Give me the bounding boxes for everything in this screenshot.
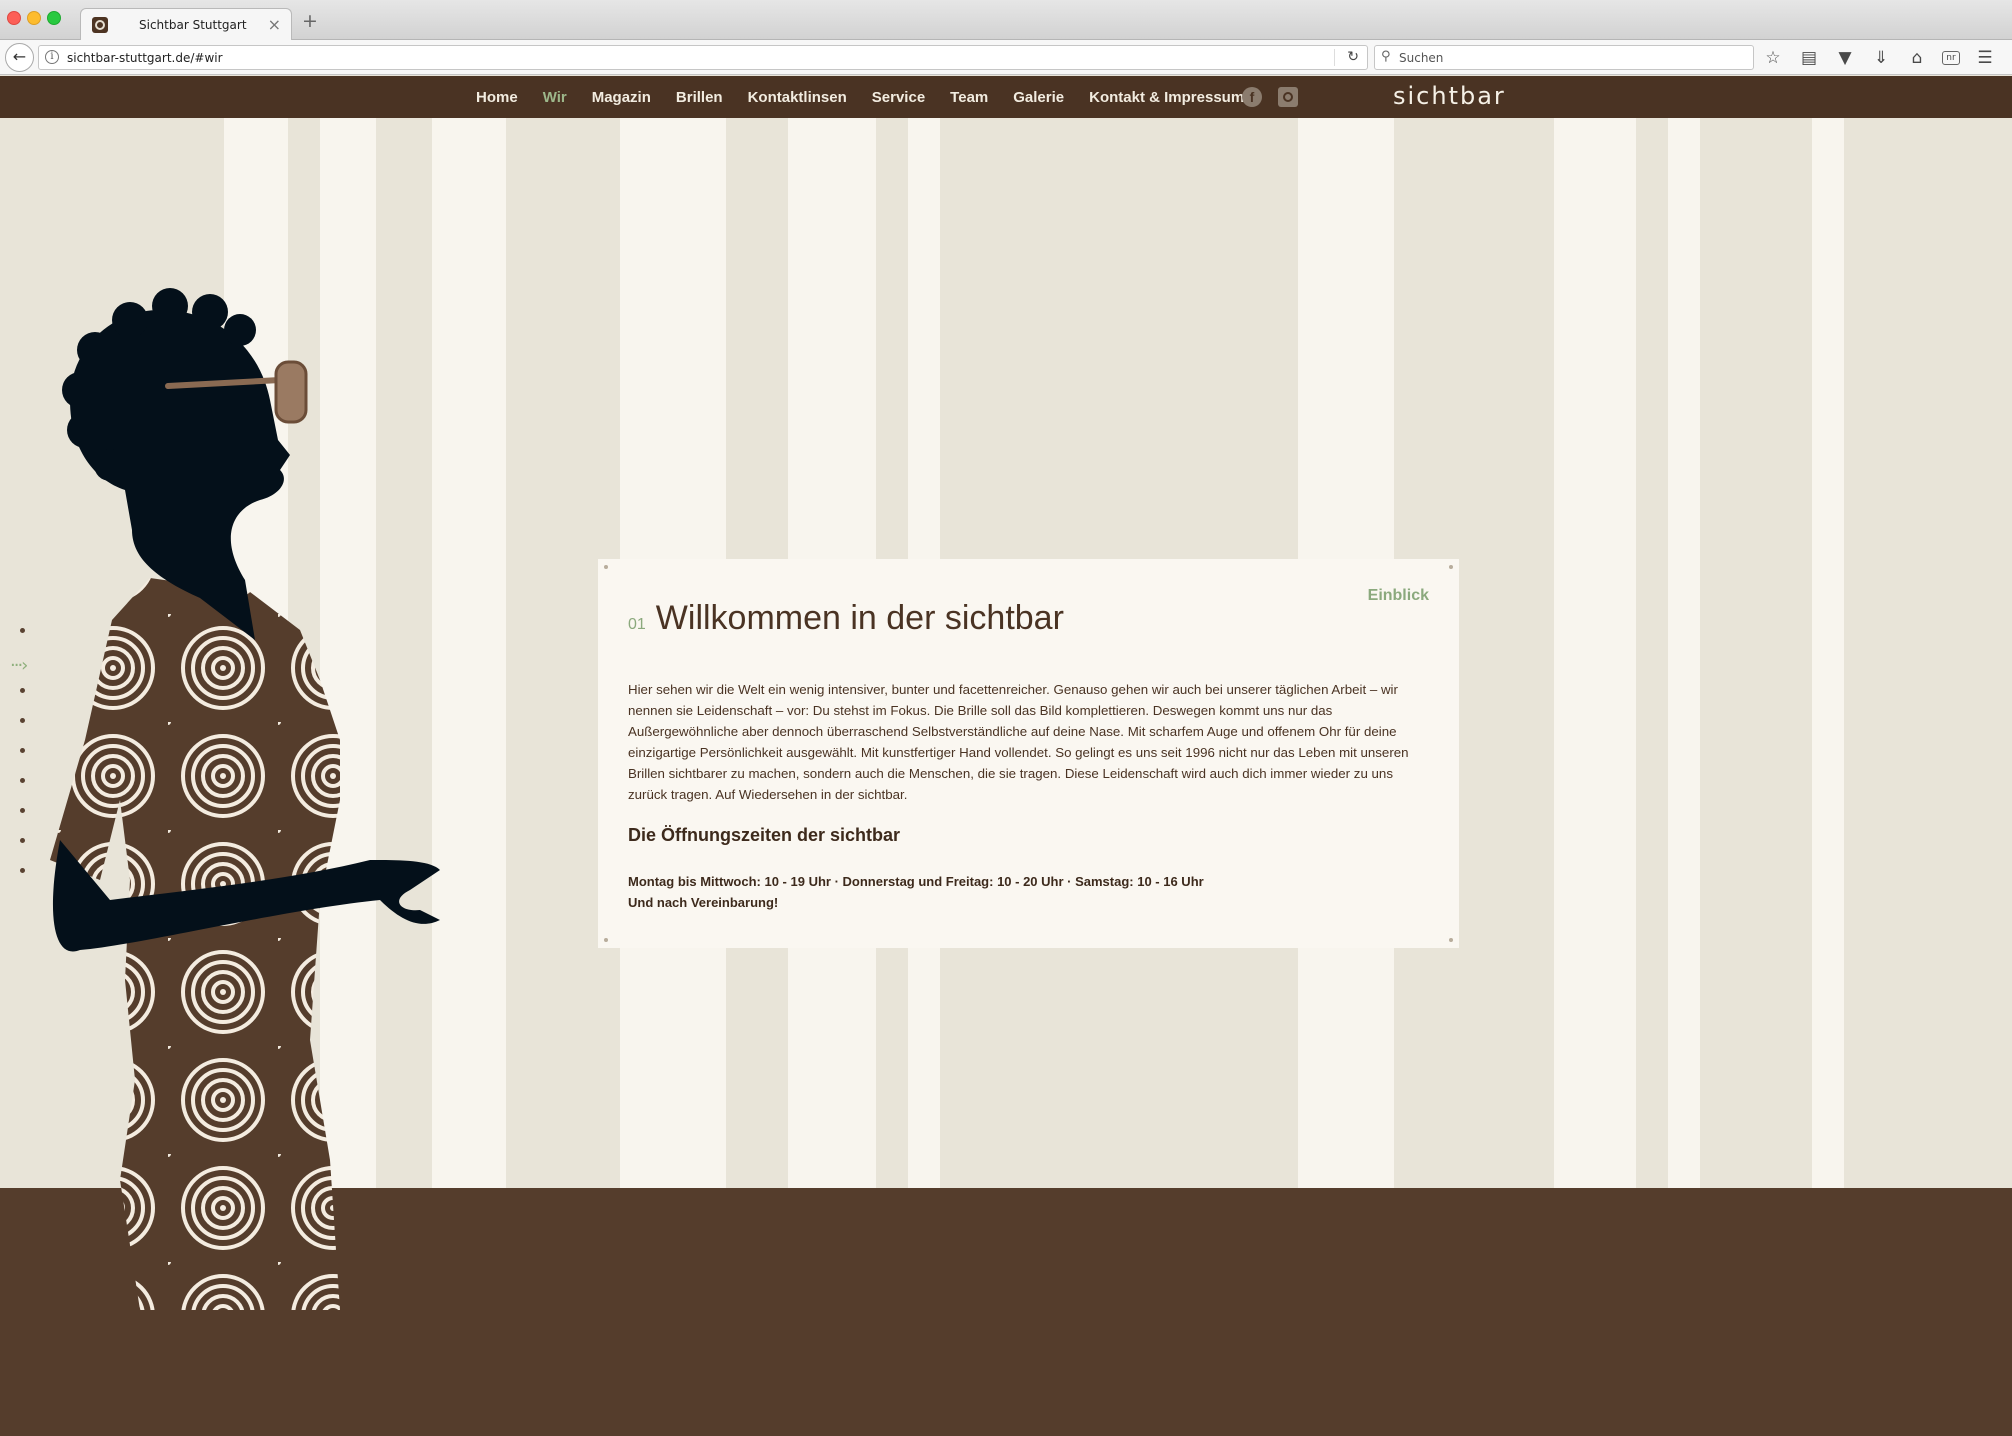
pager-dot[interactable] — [20, 688, 25, 693]
pager-dot[interactable] — [20, 778, 25, 783]
nav-menu: Home Wir Magazin Brillen Kontaktlinsen S… — [476, 76, 1269, 118]
opening-hours: Montag bis Mittwoch: 10 - 19 Uhr · Donne… — [628, 871, 1204, 913]
nav-item-team[interactable]: Team — [950, 89, 988, 106]
background-stripe — [1812, 118, 1844, 1188]
url-divider — [1334, 49, 1335, 66]
nav-item-home[interactable]: Home — [476, 89, 518, 106]
pager-dot[interactable] — [20, 748, 25, 753]
url-bar[interactable]: i sichtbar-stuttgart.de/#wir ↻ — [38, 45, 1368, 70]
nav-item-kontakt-impressum[interactable]: Kontakt & Impressum — [1089, 89, 1244, 106]
window-close-button[interactable] — [7, 11, 21, 25]
nav-item-wir[interactable]: Wir — [543, 89, 567, 106]
reload-icon[interactable]: ↻ — [1347, 49, 1359, 65]
bookmark-star-icon[interactable]: ☆ — [1762, 47, 1784, 69]
woman-silhouette-illustration — [50, 288, 440, 1310]
new-tab-button[interactable]: + — [302, 10, 318, 32]
pager-dot[interactable] — [20, 838, 25, 843]
pager-dot[interactable] — [20, 808, 25, 813]
menu-icon[interactable]: ☰ — [1974, 47, 1996, 69]
pager-dot[interactable] — [20, 718, 25, 723]
intro-card: Einblick 01 Willkommen in der sichtbar H… — [598, 559, 1459, 948]
opening-hours-heading: Die Öffnungszeiten der sichtbar — [628, 825, 901, 845]
card-corner-dot — [1449, 938, 1453, 942]
card-corner-dot — [604, 938, 608, 942]
window-zoom-button[interactable] — [47, 11, 61, 25]
browser-toolbar: ← i sichtbar-stuttgart.de/#wir ↻ ⚲ Suche… — [0, 40, 2012, 75]
site-navigation: Home Wir Magazin Brillen Kontaktlinsen S… — [0, 76, 2012, 118]
section-headline: 01 Willkommen in der sichtbar — [628, 599, 1064, 638]
search-input[interactable]: Suchen — [1399, 51, 1443, 65]
window-minimize-button[interactable] — [27, 11, 41, 25]
appointment-note: Und nach Vereinbarung! — [628, 895, 779, 910]
pocket-icon[interactable]: ▼ — [1834, 47, 1856, 69]
home-icon[interactable]: ⌂ — [1906, 47, 1928, 69]
nav-item-service[interactable]: Service — [872, 89, 925, 106]
browser-tab-bar: Sichtbar Stuttgart × + — [0, 0, 2012, 41]
url-text[interactable]: sichtbar-stuttgart.de/#wir — [67, 51, 223, 65]
search-icon: ⚲ — [1381, 49, 1391, 64]
tab-close-icon[interactable]: × — [268, 15, 281, 34]
tab-title: Sichtbar Stuttgart — [139, 18, 247, 32]
reader-icon[interactable]: nr — [1942, 51, 1960, 65]
section-number: 01 — [628, 616, 646, 633]
background-stripe — [1554, 118, 1636, 1188]
reading-list-icon[interactable]: ▤ — [1798, 47, 1820, 69]
facebook-icon[interactable]: f — [1242, 87, 1262, 107]
active-section-arrow-icon[interactable]: ···› — [10, 655, 28, 676]
browser-tab[interactable]: Sichtbar Stuttgart × — [80, 8, 292, 41]
section-kicker: Einblick — [1367, 587, 1429, 604]
page-title: Willkommen in der sichtbar — [655, 599, 1064, 637]
nav-item-galerie[interactable]: Galerie — [1013, 89, 1064, 106]
site-logo[interactable]: sichtbar — [1393, 82, 1506, 110]
nav-item-magazin[interactable]: Magazin — [592, 89, 651, 106]
pager-dot[interactable] — [20, 628, 25, 633]
instagram-icon[interactable] — [1278, 87, 1298, 107]
card-corner-dot — [604, 565, 608, 569]
pager-dot[interactable] — [20, 868, 25, 873]
nav-item-brillen[interactable]: Brillen — [676, 89, 723, 106]
toolbar-icons: ☆ ▤ ▼ ⇓ ⌂ nr ☰ — [1762, 47, 1996, 69]
nav-item-kontaktlinsen[interactable]: Kontaktlinsen — [748, 89, 847, 106]
site-favicon-icon — [92, 17, 108, 33]
info-icon[interactable]: i — [45, 50, 59, 64]
search-bar[interactable]: ⚲ Suchen — [1374, 45, 1754, 70]
card-corner-dot — [1449, 565, 1453, 569]
background-stripe — [1668, 118, 1700, 1188]
opening-hours-line: Montag bis Mittwoch: 10 - 19 Uhr · Donne… — [628, 874, 1204, 889]
download-icon[interactable]: ⇓ — [1870, 47, 1892, 69]
back-icon[interactable]: ← — [5, 43, 34, 72]
intro-paragraph: Hier sehen wir die Welt ein wenig intens… — [628, 682, 1409, 802]
